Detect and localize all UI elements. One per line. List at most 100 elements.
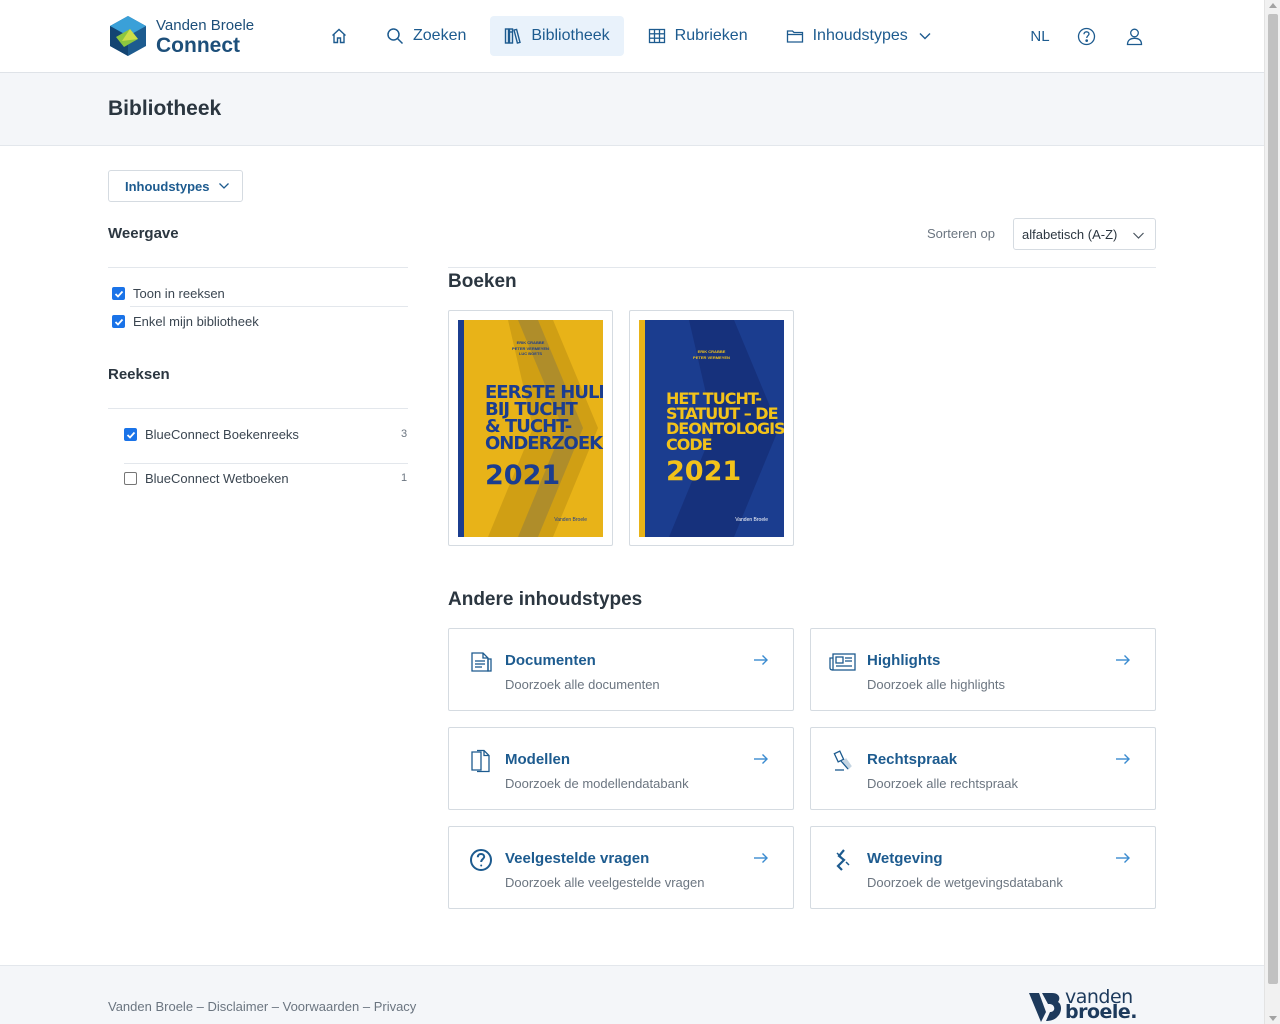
document-icon [471,652,492,672]
view-option-label: Enkel mijn bibliotheek [133,314,259,329]
series-count: 1 [401,472,408,484]
book-publisher: Vanden Broele [554,517,587,523]
logo-hexagon-icon [110,16,146,56]
nav-content-types[interactable]: Inhoudstypes [772,16,946,56]
checkbox-checked[interactable] [124,428,137,441]
scrollbar-thumb[interactable] [1268,14,1278,984]
top-header: Vanden Broele Connect Zoeken Bibliotheek… [0,0,1264,73]
search-icon [387,28,404,45]
footer-logo-bottom: broele. [1065,1001,1138,1023]
book-title: HET TUCHT- STATUUT – DE DEONTOLOGISCHE C… [666,389,784,454]
user-icon [1126,28,1142,45]
vb-logo-mark-icon [1029,993,1061,1022]
sort-select[interactable]: alfabetisch (A-Z) [1013,218,1156,250]
view-option-series[interactable]: Toon in reeksen [112,286,225,301]
arrow-right-icon [1116,655,1130,665]
page-scrollbar[interactable] [1264,0,1280,1024]
checkbox-checked[interactable] [112,315,125,328]
book-year: 2021 [485,460,561,491]
scroll-down-arrow-icon[interactable] [1269,1016,1277,1021]
type-card-rechtspraak[interactable]: Rechtspraak Doorzoek alle rechtspraak [810,727,1156,810]
nav-home[interactable] [316,16,362,56]
help-icon [1077,27,1095,45]
gavel-icon [833,750,852,771]
main-nav: Zoeken Bibliotheek Rubrieken Inhoudstype… [316,16,956,56]
help-button[interactable] [1062,27,1110,46]
check-icon [126,431,135,439]
arrow-right-icon [754,754,768,764]
check-icon [114,318,123,326]
view-option-my-library[interactable]: Enkel mijn bibliotheek [112,314,259,329]
other-types-heading: Andere inhoudstypes [448,589,643,610]
book-year: 2021 [666,456,742,487]
arrow-right-icon [754,853,768,863]
book-card[interactable]: ERIK CRABBE PETER VERMEYEN HET TUCHT- ST… [629,310,794,546]
content-types-filter-button[interactable]: Inhoudstypes [108,170,243,202]
checkbox-unchecked[interactable] [124,472,137,485]
chevron-down-icon [1133,232,1144,239]
series-item-wetboeken[interactable]: BlueConnect Wetboeken [124,471,289,486]
scroll-up-arrow-icon[interactable] [1269,3,1277,8]
series-item-boekenreeks[interactable]: BlueConnect Boekenreeks [124,427,299,442]
nav-content-types-label: Inhoudstypes [812,27,908,44]
book-card[interactable]: ERIK CRABBE PETER VERMEYEN LUC BOETS EER… [448,310,613,546]
chevron-down-icon [218,183,229,189]
divider [124,463,408,464]
check-icon [114,290,123,298]
sort-value: alfabetisch (A-Z) [1022,226,1118,242]
series-count: 3 [401,428,408,440]
header-actions: NL [1018,16,1158,56]
brand-name-bottom: Connect [156,34,240,57]
grid-table-icon [648,28,665,44]
type-name: Veelgestelde vragen [505,850,650,867]
series-heading: Reeksen [108,366,170,383]
nav-library-label: Bibliotheek [531,27,610,44]
user-account-button[interactable] [1110,27,1158,46]
book-publisher: Vanden Broele [735,517,768,523]
type-name: Documenten [505,652,596,669]
sort-label: Sorteren op [927,226,995,241]
checkbox-checked[interactable] [112,287,125,300]
type-name: Rechtspraak [867,751,958,768]
page-title: Bibliotheek [108,97,222,120]
series-label: BlueConnect Wetboeken [145,471,289,486]
type-card-wetgeving[interactable]: Wetgeving Doorzoek de wetgevingsdatabank [810,826,1156,909]
footer-links[interactable]: Vanden Broele – Disclaimer – Voorwaarden… [108,999,416,1014]
type-card-modellen[interactable]: Modellen Doorzoek de modellendatabank [448,727,794,810]
arrow-right-icon [754,655,768,665]
brand-name-top: Vanden Broele [156,17,255,34]
view-option-label: Toon in reeksen [133,286,225,301]
nav-rubrics-label: Rubrieken [674,27,748,44]
type-card-documenten[interactable]: Documenten Doorzoek alle documenten [448,628,794,711]
type-name: Wetgeving [867,850,943,867]
type-desc: Doorzoek alle rechtspraak [867,776,1019,791]
footer-logo[interactable]: vanden broele. [1028,988,1138,1024]
book-authors: ERIK CRABBE PETER VERMEYEN LUC BOETS [512,340,549,357]
type-desc: Doorzoek alle highlights [867,677,1006,692]
book-cover[interactable]: ERIK CRABBE PETER VERMEYEN LUC BOETS EER… [458,320,603,537]
nav-rubrics[interactable]: Rubrieken [634,16,762,56]
divider [448,267,1156,268]
nav-search[interactable]: Zoeken [372,16,480,56]
type-desc: Doorzoek de modellendatabank [505,776,689,791]
type-desc: Doorzoek alle veelgestelde vragen [505,875,705,890]
type-desc: Doorzoek alle documenten [505,677,660,692]
arrow-right-icon [1116,754,1130,764]
view-heading: Weergave [108,225,179,242]
language-switch[interactable]: NL [1018,28,1062,45]
home-icon [332,28,346,44]
type-card-faq[interactable]: Veelgestelde vragen Doorzoek alle veelge… [448,826,794,909]
book-cover[interactable]: ERIK CRABBE PETER VERMEYEN HET TUCHT- ST… [639,320,784,537]
chevron-down-icon [919,33,931,40]
question-icon [470,849,492,871]
nav-search-label: Zoeken [413,27,467,44]
type-card-highlights[interactable]: Highlights Doorzoek alle highlights [810,628,1156,711]
divider [108,267,408,268]
divider [130,306,408,307]
page-title-band: Bibliotheek [0,73,1264,146]
nav-library[interactable]: Bibliotheek [490,16,624,56]
app-logo[interactable]: Vanden Broele Connect [108,15,254,57]
books-heading: Boeken [448,271,517,292]
series-label: BlueConnect Boekenreeks [145,427,299,442]
book-authors: ERIK CRABBE PETER VERMEYEN [693,349,730,360]
